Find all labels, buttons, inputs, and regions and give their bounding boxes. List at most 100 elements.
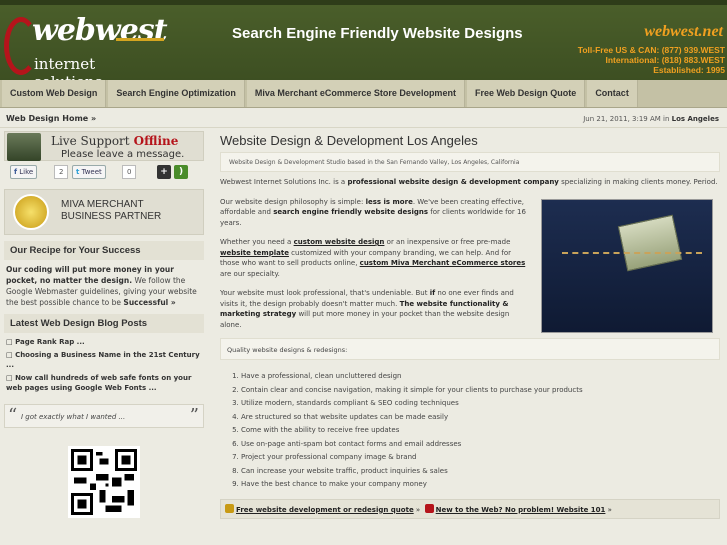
miva-partner-text: MIVA MERCHANT BUSINESS PARTNER bbox=[61, 199, 161, 223]
nav-custom-web-design[interactable]: Custom Web Design bbox=[2, 80, 107, 107]
blog-post-title: Choosing a Business Name in the 21st Cen… bbox=[6, 350, 200, 370]
live-support-icon bbox=[7, 133, 41, 161]
tweet-button[interactable]: t Tweet bbox=[72, 165, 106, 179]
recipe-text: Our coding will put more money in your p… bbox=[4, 260, 204, 312]
help-icon bbox=[424, 503, 434, 513]
recipe-heading: Our Recipe for Your Success bbox=[4, 241, 204, 260]
brand-name: webwest.net bbox=[644, 23, 723, 40]
live-support-widget[interactable]: Live Support Offline Please leave a messa… bbox=[4, 131, 204, 161]
free-quote-link[interactable]: Free website development or redesign quo… bbox=[236, 506, 414, 514]
facebook-like-button[interactable]: f Like bbox=[10, 165, 38, 179]
testimonial-quote[interactable]: “ I got exactly what I wanted ... ” bbox=[4, 403, 204, 428]
page-subtitle: Website Design & Development Studio base… bbox=[220, 152, 720, 172]
list-item: Use on-page anti-spam bot contact forms … bbox=[241, 438, 720, 452]
footer-links-bar: Free website development or redesign quo… bbox=[220, 498, 720, 519]
sidebar: Live Support Offline Please leave a messa… bbox=[4, 131, 204, 428]
list-item: Are structured so that website updates c… bbox=[241, 411, 720, 425]
breadcrumb[interactable]: Web Design Home » bbox=[6, 114, 96, 123]
blog-post-link[interactable]: □ Page Rank Rap ... bbox=[6, 337, 202, 348]
services-paragraph: Whether you need a custom website design… bbox=[220, 237, 532, 279]
site-tagline: Search Engine Friendly Website Designs bbox=[232, 25, 523, 42]
nav-free-quote[interactable]: Free Web Design Quote bbox=[466, 80, 586, 107]
list-item: Come with the ability to receive free up… bbox=[241, 424, 720, 438]
miva-line2: BUSINESS PARTNER bbox=[61, 211, 162, 222]
nav-seo[interactable]: Search Engine Optimization bbox=[108, 80, 245, 107]
nav-miva-merchant[interactable]: Miva Merchant eCommerce Store Developmen… bbox=[246, 80, 465, 107]
blog-post-title: Now call hundreds of web safe fonts on y… bbox=[6, 373, 192, 393]
rss-icon[interactable]: ) bbox=[174, 165, 188, 179]
breadcrumb-bar: Web Design Home » Jun 21, 2011, 3:19 AM … bbox=[0, 110, 727, 128]
text-column: Our website design philosophy is simple:… bbox=[220, 197, 532, 331]
services-text-b: or an inexpensive or free pre-made bbox=[386, 238, 511, 246]
website-101-link[interactable]: New to the Web? No problem! Website 101 bbox=[436, 506, 606, 514]
speech-bubble-icon: □ bbox=[6, 338, 13, 346]
intro-text-end: specializing in making clients money. Pe… bbox=[561, 178, 718, 186]
pocket-stitching bbox=[562, 252, 702, 322]
services-text-a: Whether you need a bbox=[220, 238, 292, 246]
list-item: Can increase your website traffic, produ… bbox=[241, 465, 720, 479]
date-text: Jun 21, 2011, 3:19 AM in bbox=[583, 115, 670, 123]
tweet-label: Tweet bbox=[81, 168, 102, 176]
tweet-count: 0 bbox=[122, 165, 137, 179]
separator: » bbox=[607, 505, 612, 514]
marketing-bold-if: if bbox=[429, 289, 436, 297]
website-template-link[interactable]: website template bbox=[220, 249, 289, 257]
contact-tollfree: Toll-Free US & CAN: (877) 939.WEST bbox=[577, 45, 725, 55]
philosophy-paragraph: Our website design philosophy is simple:… bbox=[220, 197, 532, 229]
blog-post-link[interactable]: □ Choosing a Business Name in the 21st C… bbox=[6, 350, 202, 371]
philosophy-text: Our website design philosophy is simple: bbox=[220, 197, 364, 206]
miva-logo-icon bbox=[13, 194, 49, 230]
services-text-d: are our specialty. bbox=[220, 269, 280, 278]
speech-bubble-icon: □ bbox=[6, 350, 13, 359]
quality-list: Have a professional, clean uncluttered d… bbox=[241, 370, 720, 492]
blog-post-link[interactable]: □ Now call hundreds of web safe fonts on… bbox=[6, 373, 202, 394]
nav-contact[interactable]: Contact bbox=[587, 80, 638, 107]
philosophy-bold-1: less is more bbox=[365, 197, 413, 206]
main-nav: Custom Web Design Search Engine Optimiza… bbox=[0, 80, 727, 108]
intro-paragraph: Webwest Internet Solutions Inc. is a pro… bbox=[220, 177, 720, 188]
live-support-label: Live Support bbox=[51, 134, 130, 148]
list-item: Contain clear and concise navigation, ma… bbox=[241, 384, 720, 398]
contact-international: International: (818) 883.WEST bbox=[605, 55, 726, 65]
like-label: Like bbox=[19, 168, 34, 176]
marketing-paragraph: Your website must look professional, tha… bbox=[220, 288, 532, 330]
miva-line1: MIVA MERCHANT bbox=[61, 199, 144, 210]
list-item: Project your professional company image … bbox=[241, 451, 720, 465]
share-plus-icon[interactable]: + bbox=[157, 165, 171, 179]
money-pocket-image bbox=[541, 199, 713, 333]
close-quote-icon: ” bbox=[189, 404, 199, 426]
speech-bubble-icon: □ bbox=[6, 373, 13, 382]
separator: » bbox=[415, 505, 421, 514]
intro-text-bold: professional website design & developmen… bbox=[347, 178, 559, 186]
list-item: Utilize modern, standards compliant & SE… bbox=[241, 397, 720, 411]
header: webwest internet solutions Search Engine… bbox=[0, 0, 727, 91]
open-quote-icon: “ bbox=[8, 404, 18, 426]
qr-code-icon bbox=[68, 446, 140, 518]
recipe-link[interactable]: Successful » bbox=[123, 298, 175, 307]
pencil-icon bbox=[225, 503, 234, 513]
list-item: Have a professional, clean uncluttered d… bbox=[241, 370, 720, 384]
intro-text-start: Webwest Internet Solutions Inc. is a bbox=[220, 178, 346, 186]
blog-heading: Latest Web Design Blog Posts bbox=[4, 314, 204, 333]
testimonial-text: I got exactly what I wanted ... bbox=[21, 412, 126, 421]
live-support-status: Offline bbox=[133, 134, 179, 148]
logo-text: webwest bbox=[32, 13, 168, 48]
logo-arrow-icon bbox=[116, 38, 164, 41]
quality-heading: Quality website designs & redesigns: bbox=[220, 338, 720, 360]
philosophy-bold-2: search engine friendly website designs bbox=[273, 208, 429, 216]
social-buttons: f Like 2 t Tweet 0 + ) bbox=[4, 163, 204, 185]
miva-partner-badge[interactable]: MIVA MERCHANT BUSINESS PARTNER bbox=[4, 189, 204, 235]
date-place: Los Angeles bbox=[671, 115, 719, 123]
blog-list: □ Page Rank Rap ... □ Choosing a Busines… bbox=[4, 333, 204, 400]
live-support-message: Please leave a message. bbox=[61, 149, 185, 160]
blog-post-title: Page Rank Rap ... bbox=[15, 338, 85, 346]
live-support-title: Live Support Offline bbox=[51, 134, 178, 148]
miva-stores-link[interactable]: custom Miva Merchant eCommerce stores bbox=[360, 259, 526, 267]
logo[interactable]: webwest internet solutions bbox=[4, 13, 168, 91]
main-content: Website Design & Development Los Angeles… bbox=[220, 133, 720, 519]
twitter-icon: t bbox=[76, 168, 80, 176]
contact-info: Toll-Free US & CAN: (877) 939.WEST Inter… bbox=[578, 45, 725, 75]
page-title: Website Design & Development Los Angeles bbox=[220, 133, 478, 148]
custom-website-design-link[interactable]: custom website design bbox=[294, 238, 385, 246]
date-location: Jun 21, 2011, 3:19 AM in Los Angeles bbox=[583, 115, 719, 123]
